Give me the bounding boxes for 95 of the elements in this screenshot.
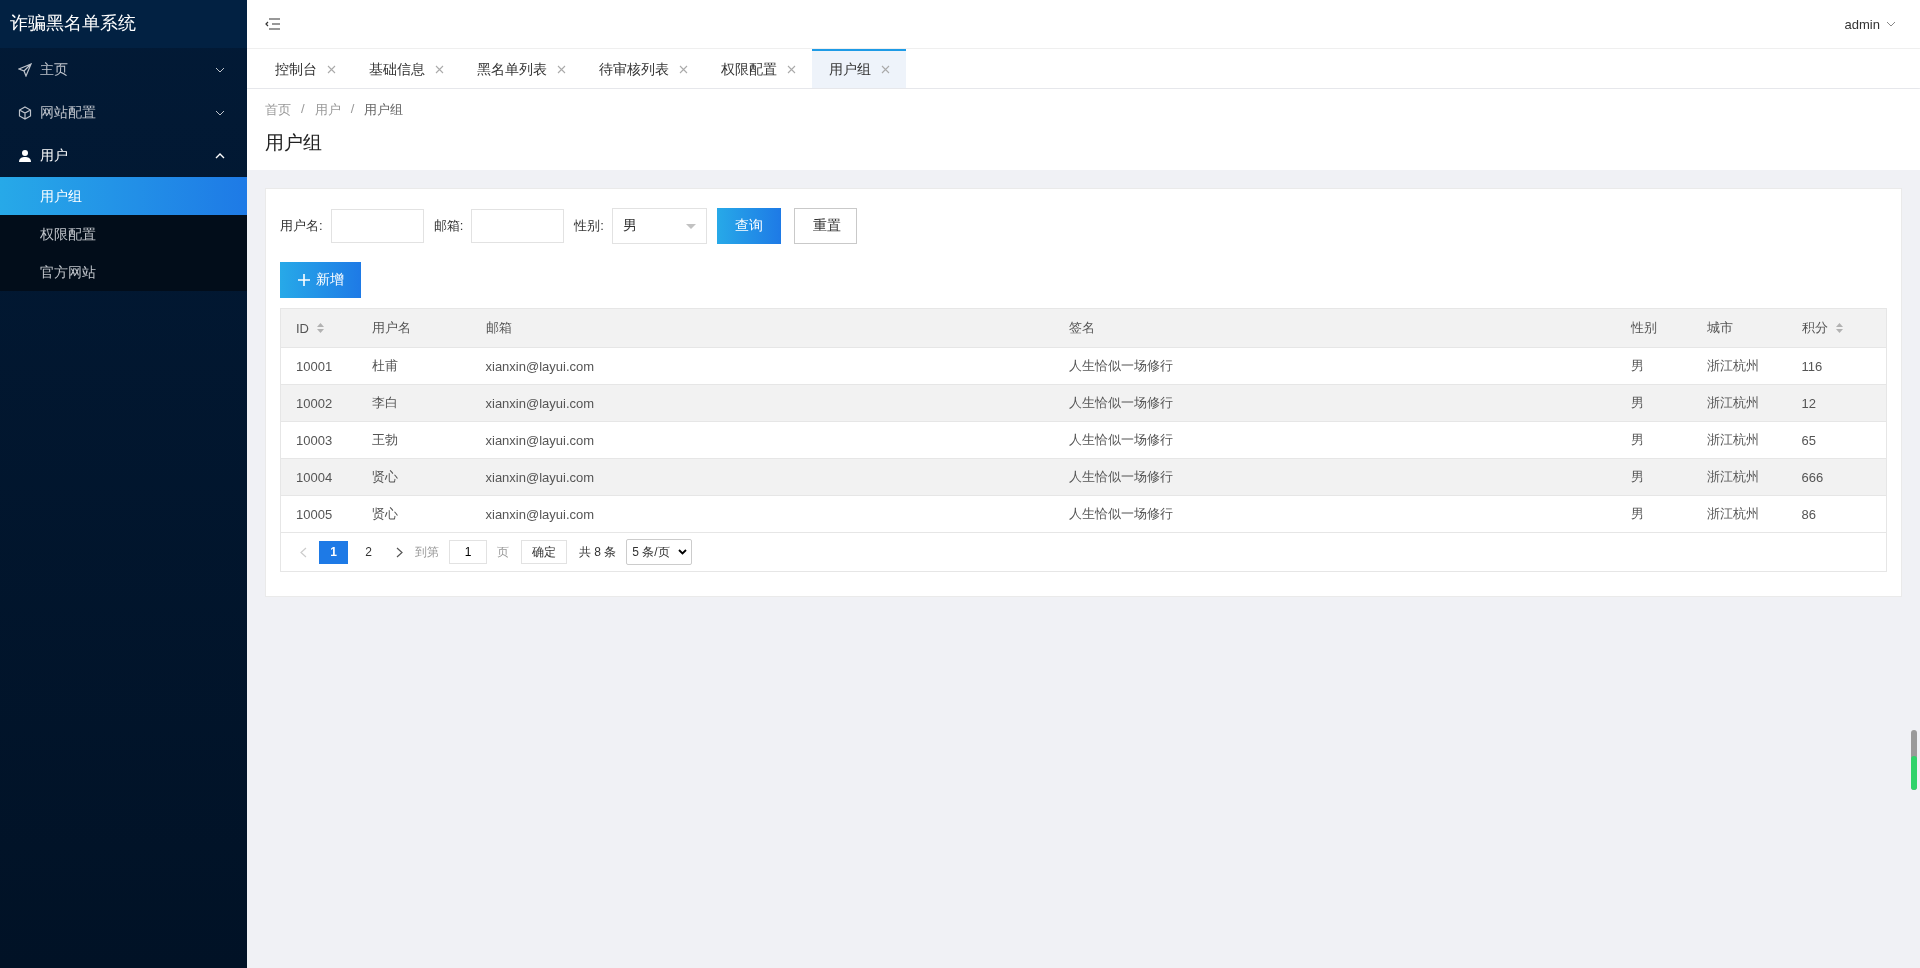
cube-icon: [18, 105, 32, 120]
table-cell: 浙江杭州: [1706, 358, 1759, 373]
column-header: 用户名: [371, 319, 411, 337]
column-header: 签名: [1068, 319, 1095, 337]
total-count: 共 8 条: [579, 543, 617, 561]
close-icon[interactable]: [557, 65, 566, 74]
paper-plane-icon: [18, 62, 32, 77]
table-cell: xianxin@layui.com: [485, 506, 595, 522]
breadcrumb-separator: /: [301, 101, 305, 118]
column-header: 积分: [1801, 319, 1828, 337]
sort-icon[interactable]: [1835, 323, 1843, 333]
table-cell: 人生恰似一场修行: [1068, 358, 1173, 373]
filter-label: 邮箱:: [433, 217, 464, 235]
gauge-icon: [1910, 730, 1918, 790]
sidebar-subitem[interactable]: 权限配置: [0, 215, 247, 253]
user-icon: [18, 148, 32, 163]
column-header: ID: [296, 320, 309, 336]
sidebar-item[interactable]: 主页: [0, 48, 247, 91]
menu-icon[interactable]: [265, 17, 281, 31]
table-cell: 10004: [296, 469, 333, 485]
close-icon[interactable]: [435, 65, 444, 74]
sidebar-item[interactable]: 用户: [0, 134, 247, 177]
input-field[interactable]: [471, 209, 565, 243]
table-cell: 86: [1801, 506, 1816, 522]
table-cell: 12: [1801, 395, 1816, 411]
input-field[interactable]: [330, 209, 424, 243]
dropdown-arrow-icon: [685, 223, 696, 229]
chevron-down-icon: [677, 549, 687, 555]
page-number[interactable]: 2: [354, 540, 383, 564]
page-tab[interactable]: 待审核列表: [582, 49, 704, 88]
column-header: 性别: [1630, 319, 1657, 337]
app-title: 诈骗黑名单系统: [0, 0, 247, 48]
table-cell: 贤心: [371, 506, 398, 521]
table-cell: 65: [1801, 432, 1816, 448]
column-header: 邮箱: [485, 319, 512, 337]
table-cell: 浙江杭州: [1706, 432, 1759, 447]
table-cell: xianxin@layui.com: [485, 432, 595, 448]
chevron-up-icon: [215, 152, 225, 159]
table-cell: 男: [1630, 506, 1644, 521]
table-cell: xianxin@layui.com: [485, 469, 595, 485]
breadcrumb-separator: /: [350, 101, 355, 118]
table-cell: 男: [1630, 432, 1644, 447]
table-cell: 10001: [296, 358, 333, 374]
table-cell: 666: [1801, 469, 1824, 485]
filter-label: 用户名:: [280, 217, 323, 235]
sidebar-item[interactable]: 网站配置: [0, 91, 247, 134]
table-cell: xianxin@layui.com: [485, 395, 595, 411]
page-tab[interactable]: 基础信息: [352, 49, 460, 88]
page-title: 用户组: [265, 131, 323, 155]
table-cell: xianxin@layui.com: [485, 358, 595, 374]
page-input[interactable]: 1: [449, 540, 487, 564]
page-tab[interactable]: 权限配置: [704, 49, 812, 88]
column-header: 城市: [1706, 319, 1733, 337]
table-cell: 人生恰似一场修行: [1068, 432, 1173, 447]
chevron-down-icon: [215, 109, 225, 116]
close-icon[interactable]: [787, 65, 796, 74]
table-cell: 10005: [296, 506, 333, 522]
table-cell: 人生恰似一场修行: [1068, 395, 1173, 410]
add-button[interactable]: 新增: [280, 262, 361, 298]
close-icon[interactable]: [881, 65, 890, 74]
table-cell: 浙江杭州: [1706, 506, 1759, 521]
table-cell: 王勃: [371, 432, 398, 447]
table-cell: 10003: [296, 432, 333, 448]
reset-button[interactable]: 重置: [793, 208, 857, 244]
filter-label: 性别:: [574, 217, 604, 235]
page-unit-label: 页: [497, 543, 509, 561]
chevron-down-icon: [215, 66, 225, 73]
page-tab[interactable]: 用户组: [812, 49, 906, 88]
plus-icon: [298, 274, 310, 286]
chevron-down-icon: [1886, 21, 1896, 27]
table-cell: 10002: [296, 395, 333, 411]
close-icon[interactable]: [679, 65, 688, 74]
table-cell: 人生恰似一场修行: [1068, 506, 1173, 521]
gender-select[interactable]: 男: [611, 208, 707, 244]
close-icon[interactable]: [327, 65, 336, 74]
sort-icon[interactable]: [317, 323, 324, 333]
breadcrumb-current: 用户组: [364, 101, 404, 119]
table-cell: 浙江杭州: [1706, 395, 1759, 410]
table-cell: 李白: [371, 395, 398, 410]
table-cell: 116: [1801, 358, 1823, 374]
table-cell: 杜甫: [371, 358, 398, 373]
confirm-button[interactable]: 确定: [521, 540, 567, 564]
user-menu[interactable]: admin: [1840, 12, 1900, 36]
page-size-select[interactable]: 5 条/页: [626, 539, 692, 565]
goto-label: 到第: [415, 543, 439, 561]
page-number[interactable]: 1: [319, 540, 348, 564]
page-tab[interactable]: 黑名单列表: [460, 49, 582, 88]
table-cell: 男: [1630, 395, 1644, 410]
table-cell: 浙江杭州: [1706, 469, 1759, 484]
table-cell: 男: [1630, 358, 1644, 373]
table-cell: 贤心: [371, 469, 398, 484]
table-cell: 男: [1630, 469, 1644, 484]
table-cell: 人生恰似一场修行: [1068, 469, 1173, 484]
page-tab[interactable]: 控制台: [258, 49, 352, 88]
sidebar-subitem[interactable]: 官方网站: [0, 253, 247, 291]
